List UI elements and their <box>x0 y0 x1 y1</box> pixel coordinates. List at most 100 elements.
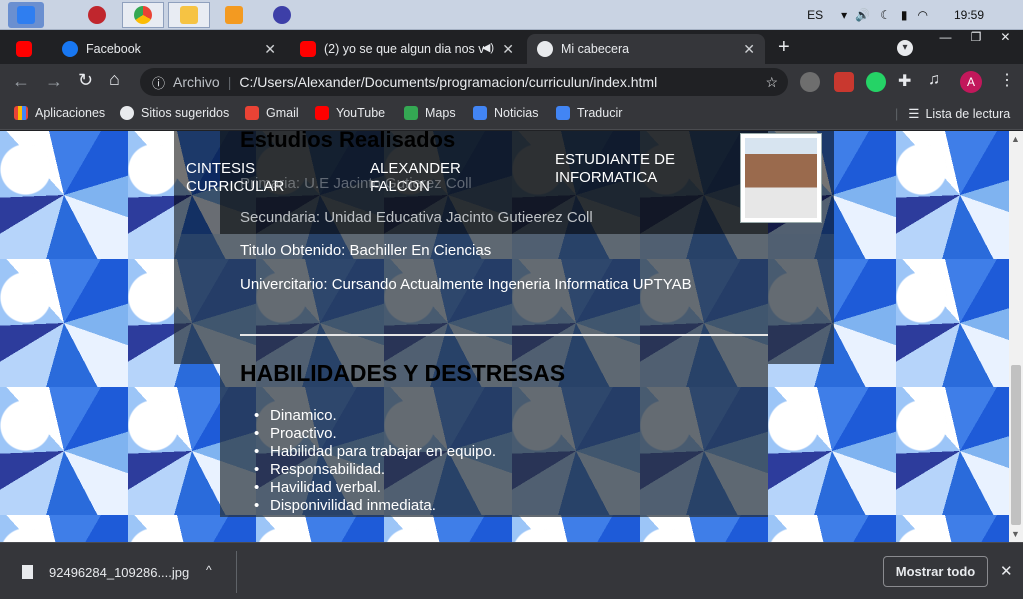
minimize-icon[interactable]: — <box>940 30 952 46</box>
omnibox-divider: | <box>227 74 232 90</box>
windows-icon <box>17 6 35 24</box>
globe-icon <box>120 106 134 120</box>
list-item: Dinamico. <box>240 407 760 425</box>
forward-icon[interactable]: → <box>45 71 63 92</box>
bookmark-label: Noticias <box>494 106 539 120</box>
bookmark-label: Maps <box>425 106 456 120</box>
windows-taskbar: ES ▾ 🔊 ☾ ▮ ◠ 19:59 <box>0 0 1023 30</box>
tab-search-icon[interactable]: ▾ <box>897 40 913 56</box>
apps-grid-icon <box>14 106 28 120</box>
bookmark-apps[interactable]: Aplicaciones <box>14 106 105 120</box>
divider <box>236 551 237 593</box>
skills-list: Dinamico. Proactivo. Habilidad para trab… <box>240 407 760 515</box>
tab-facebook[interactable]: Facebook ✕ <box>52 34 286 64</box>
close-icon[interactable]: ✕ <box>743 41 755 58</box>
night-mode-icon[interactable]: ☾ <box>880 8 891 22</box>
bookmark-youtube[interactable]: YouTube <box>315 106 385 120</box>
taskbar-explorer[interactable] <box>168 2 210 28</box>
tab-youtube-pinned[interactable] <box>6 34 46 64</box>
taskbar-chrome[interactable] <box>122 2 164 28</box>
pinterest-extension-icon[interactable] <box>800 72 820 92</box>
left-strip <box>174 234 220 364</box>
bookmark-label: Traducir <box>577 106 623 120</box>
bookmark-noticias[interactable]: Noticias <box>473 106 538 120</box>
media-control-icon[interactable]: ♫ <box>928 71 940 89</box>
clock[interactable]: 19:59 <box>954 8 984 22</box>
folder-icon <box>180 6 198 24</box>
bookmark-label: Gmail <box>266 106 299 120</box>
reading-list[interactable]: | ☰ Lista de lectura <box>895 106 1011 122</box>
youtube-icon <box>16 41 32 57</box>
bookmark-gmail[interactable]: Gmail <box>245 106 299 120</box>
reload-icon[interactable]: ↻ <box>78 70 93 91</box>
start-button[interactable] <box>8 2 44 28</box>
bookmark-label: Sitios sugeridos <box>141 106 230 120</box>
app-blue-icon <box>273 6 291 24</box>
close-window-icon[interactable]: ✕ <box>1000 30 1010 46</box>
media-player-icon <box>225 6 243 24</box>
menu-icon[interactable]: ⋮ <box>999 70 1015 90</box>
scroll-down-icon[interactable]: ▼ <box>1011 529 1020 539</box>
study-secondary: Secundaria: Unidad Educativa Jacinto Gut… <box>240 209 593 226</box>
tab-strip: Facebook ✕ (2) yo se que algun dia nos v… <box>0 30 1023 64</box>
bookmark-star-icon[interactable]: ☆ <box>765 74 778 91</box>
bookmark-sitios-sugeridos[interactable]: Sitios sugeridos <box>120 106 229 120</box>
show-all-button[interactable]: Mostrar todo <box>883 556 988 587</box>
home-icon[interactable]: ⌂ <box>109 69 120 90</box>
close-icon[interactable]: ✕ <box>264 41 276 58</box>
battery-icon[interactable]: ▮ <box>901 8 908 22</box>
divider: | <box>895 106 899 121</box>
maximize-icon[interactable]: ❐ <box>971 30 982 46</box>
study-university: Univercitario: Cursando Actualmente Inge… <box>240 276 692 293</box>
list-item: Disponivilidad inmediata. <box>240 497 760 515</box>
bookmark-maps[interactable]: Maps <box>404 106 456 120</box>
new-tab-button[interactable]: + <box>778 36 790 59</box>
chevron-up-icon[interactable]: ^ <box>206 563 212 577</box>
whatsapp-extension-icon[interactable] <box>866 72 886 92</box>
list-item: Havilidad verbal. <box>240 479 760 497</box>
bookmark-label: Aplicaciones <box>35 106 106 120</box>
reading-list-label: Lista de lectura <box>925 106 1011 121</box>
url-text[interactable]: C:/Users/Alexander/Documents/programacio… <box>239 74 657 90</box>
close-shelf-icon[interactable]: ✕ <box>1000 562 1013 580</box>
scrollbar-thumb[interactable] <box>1011 365 1021 525</box>
gmail-extension-icon[interactable] <box>834 72 854 92</box>
avatar[interactable]: A <box>960 71 982 93</box>
list-item: Habilidad para trabajar en equipo. <box>240 443 760 461</box>
file-icon <box>22 565 33 579</box>
tab-youtube[interactable]: (2) yo se que algun dia nos v ◀) ✕ <box>290 34 524 64</box>
tab-title: Facebook <box>86 42 141 56</box>
taskbar-app-1[interactable] <box>80 2 114 28</box>
browser-toolbar: ← → ↻ ⌂ ⓘ Archivo | C:/Users/Alexander/D… <box>0 64 1023 100</box>
back-icon[interactable]: ← <box>12 71 30 92</box>
youtube-icon <box>300 41 316 57</box>
gmail-icon <box>245 106 259 120</box>
facebook-icon <box>62 41 78 57</box>
list-item: Responsabilidad. <box>240 461 760 479</box>
download-filename[interactable]: 92496284_109286....jpg <box>49 565 189 580</box>
omnibox[interactable]: ⓘ Archivo | C:/Users/Alexander/Documents… <box>140 68 788 96</box>
app-red-icon <box>88 6 106 24</box>
info-icon[interactable]: ⓘ <box>152 73 165 92</box>
volume-icon[interactable]: 🔊 <box>855 8 870 22</box>
translate-icon <box>556 106 570 120</box>
language-indicator[interactable]: ES <box>807 8 823 22</box>
youtube-icon <box>315 106 329 120</box>
close-icon[interactable]: ✕ <box>502 41 514 58</box>
taskbar-media[interactable] <box>216 2 252 28</box>
system-tray: ES ▾ 🔊 ☾ ▮ ◠ 19:59 <box>807 0 1023 30</box>
audio-playing-icon[interactable]: ◀) <box>482 41 494 54</box>
section-divider <box>240 334 768 336</box>
scroll-up-icon[interactable]: ▲ <box>1011 134 1020 144</box>
taskbar-app-2[interactable] <box>264 2 300 28</box>
chevron-down-icon[interactable]: ▾ <box>841 8 847 22</box>
study-title: Titulo Obtenido: Bachiller En Ciencias <box>240 242 492 259</box>
extensions-icon[interactable]: ✚ <box>898 71 911 91</box>
news-icon <box>473 106 487 120</box>
tab-mi-cabecera[interactable]: Mi cabecera ✕ <box>527 34 765 64</box>
skills-heading: HABILIDADES Y DESTRESAS <box>240 360 566 386</box>
chrome-icon <box>134 6 152 24</box>
wifi-icon[interactable]: ◠ <box>917 8 927 22</box>
bookmark-traducir[interactable]: Traducir <box>556 106 622 120</box>
reading-list-icon: ☰ <box>908 107 920 121</box>
